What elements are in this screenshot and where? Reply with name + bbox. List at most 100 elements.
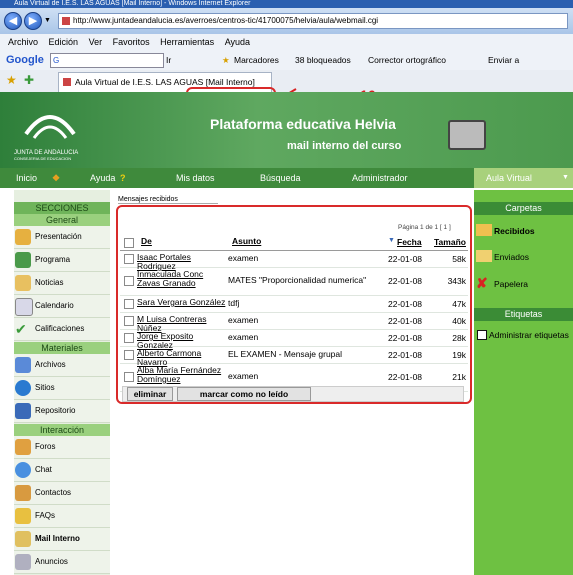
back-button[interactable]: ◀ (4, 12, 22, 30)
row-sender[interactable]: Inmaculada Conc Zavas Granado (137, 270, 227, 288)
favorites-star-icon[interactable]: ★ (6, 73, 17, 87)
send-to-button[interactable]: Enviar a (488, 50, 519, 70)
row-size: 343k (447, 276, 466, 286)
files-icon (15, 357, 31, 373)
spellcheck-button[interactable]: Corrector ortográfico (368, 50, 446, 70)
menu-favoritos[interactable]: Favoritos (113, 37, 150, 47)
table-row[interactable]: Isaac Portales Rodriguez examen 22-01-08 58… (120, 250, 468, 271)
menu-ayuda[interactable]: Ayuda (225, 37, 250, 47)
sidebar-item-label: Mail Interno (35, 534, 80, 543)
sidebar-secciones-header: SECCIONES (14, 202, 110, 214)
row-subject[interactable]: tdfj (228, 299, 388, 308)
row-subject[interactable]: examen (228, 372, 388, 381)
row-date: 22-01-08 (388, 316, 423, 326)
menu-ver[interactable]: Ver (89, 37, 103, 47)
menu-edicion[interactable]: Edición (49, 37, 79, 47)
add-favorites-icon[interactable]: ✚ (24, 73, 34, 87)
table-row[interactable]: M Luisa Contreras Núñez examen 22-01-08 40k (120, 312, 468, 333)
header-banner: JUNTA DE ANDALUCIA CONSEJERIA DE EDUCACI… (0, 92, 573, 168)
col-de[interactable]: De (141, 237, 231, 246)
sidebar-item-foros[interactable]: Foros (14, 436, 110, 459)
row-sender[interactable]: Sara Vergara González (137, 298, 227, 307)
nav-ayuda[interactable]: Ayuda (90, 168, 115, 188)
window-title-bar: Aula Virtual de I.E.S. LAS AGUAS [Mail I… (0, 0, 573, 8)
col-asunto[interactable]: Asunto (232, 237, 392, 246)
banner-title: Plataforma educativa Helvia (210, 116, 396, 132)
sidebar-item-noticias[interactable]: Noticias (14, 272, 110, 295)
table-row[interactable]: Alberto Carmona Navarro EL EXAMEN - Mensa… (120, 346, 468, 367)
delete-button[interactable]: eliminar (127, 387, 173, 401)
junta-logo-text: JUNTA DE ANDALUCIA CONSEJERIA DE EDUCACI… (14, 150, 78, 162)
mark-unread-button[interactable]: marcar como no leído (177, 387, 311, 401)
google-go-button[interactable]: Ir (166, 50, 171, 70)
bookmarks-button[interactable]: Marcadores (234, 50, 279, 70)
etiquetas-header: Etiquetas (474, 308, 573, 321)
sidebar-item-programa[interactable]: Programa (14, 249, 110, 272)
sidebar-item-repositorio[interactable]: Repositorio (14, 400, 110, 423)
sidebar-item-chat[interactable]: Chat (14, 459, 110, 482)
sidebar-item-mail-interno[interactable]: Mail Interno (14, 528, 110, 551)
col-tamano[interactable]: Tamaño (434, 237, 468, 247)
sidebar-item-calificaciones[interactable]: ✔ Calificaciones (14, 318, 110, 341)
nav-busqueda[interactable]: Búsqueda (260, 168, 301, 188)
sidebar-item-label: Repositorio (35, 406, 76, 415)
sidebar-item-anuncios[interactable]: Anuncios (14, 551, 110, 574)
folder-label: Papelera (494, 279, 529, 289)
row-size: 28k (452, 333, 466, 343)
sort-desc-icon: ▼ (388, 237, 395, 244)
select-all-checkbox[interactable] (124, 238, 134, 248)
calendar-icon (15, 298, 33, 316)
window-title: Aula Virtual de I.E.S. LAS AGUAS [Mail I… (14, 0, 251, 7)
sidebar-item-archivos[interactable]: Archivos (14, 354, 110, 377)
row-subject[interactable]: examen (228, 333, 388, 342)
popup-blocker-button[interactable]: 38 bloqueados (295, 50, 351, 70)
google-search-prefix: G (53, 56, 60, 65)
row-checkbox[interactable] (124, 254, 134, 264)
col-fecha[interactable]: Fecha (397, 237, 433, 247)
faq-icon (15, 508, 31, 524)
forward-button[interactable]: ▶ (24, 12, 42, 30)
menu-herramientas[interactable]: Herramientas (160, 37, 214, 47)
row-checkbox[interactable] (124, 350, 134, 360)
table-row[interactable]: Sara Vergara González tdfj 22-01-08 47k (120, 295, 468, 313)
row-subject[interactable]: examen (228, 316, 388, 325)
url-input[interactable]: http://www.juntadeandalucia.es/averroes/… (58, 13, 568, 29)
sidebar-item-label: Contactos (35, 488, 72, 497)
row-subject[interactable]: MATES "Proporcionalidad numerica" (228, 276, 388, 285)
history-dropdown-icon[interactable]: ▼ (44, 17, 51, 24)
row-subject[interactable]: EL EXAMEN - Mensaje grupal (228, 350, 388, 359)
sidebar-item-sitios[interactable]: Sitios (14, 377, 110, 400)
help-icon: ? (120, 173, 126, 183)
menu-archivo[interactable]: Archivo (8, 37, 38, 47)
row-sender[interactable]: Alba María Fernández Domínguez (137, 366, 227, 384)
checkmark-icon: ✔ (15, 321, 27, 337)
sidebar-item-label: Presentación (35, 232, 82, 241)
table-row[interactable]: Inmaculada Conc Zavas Granado MATES "Prop… (120, 267, 468, 296)
banner-subtitle: mail interno del curso (287, 140, 402, 152)
main-nav-bar: Inicio ❖ Ayuda ? Mis datos Búsqueda Admi… (0, 168, 573, 188)
row-checkbox[interactable] (124, 372, 134, 382)
row-checkbox[interactable] (124, 316, 134, 326)
repository-icon (15, 403, 31, 419)
folder-label: Enviados (494, 252, 529, 262)
nav-mis-datos[interactable]: Mis datos (176, 168, 215, 188)
contacts-icon (15, 485, 31, 501)
sidebar-item-label: Noticias (35, 278, 64, 287)
announcements-icon (15, 554, 31, 570)
trash-icon: ✘ (476, 275, 488, 291)
row-checkbox[interactable] (124, 333, 134, 343)
row-subject[interactable]: examen (228, 254, 388, 263)
row-checkbox[interactable] (124, 276, 134, 286)
nav-administrador[interactable]: Administrador (352, 168, 408, 188)
sidebar-item-faqs[interactable]: FAQs (14, 505, 110, 528)
nav-inicio[interactable]: Inicio (16, 168, 37, 188)
url-text: http://www.juntadeandalucia.es/averroes/… (73, 16, 379, 25)
sidebar-item-calendario[interactable]: Calendario (14, 295, 110, 318)
aula-virtual-menu[interactable]: Aula Virtual ▼ (474, 168, 573, 188)
sidebar-item-presentacion[interactable]: Presentación (14, 226, 110, 249)
table-row[interactable]: Jorge Exposito Gonzalez examen 22-01-08 28k (120, 329, 468, 350)
sidebar-item-contactos[interactable]: Contactos (14, 482, 110, 505)
google-search-input[interactable]: G (50, 53, 164, 68)
sidebar-item-label: Archivos (35, 360, 66, 369)
row-checkbox[interactable] (124, 299, 134, 309)
